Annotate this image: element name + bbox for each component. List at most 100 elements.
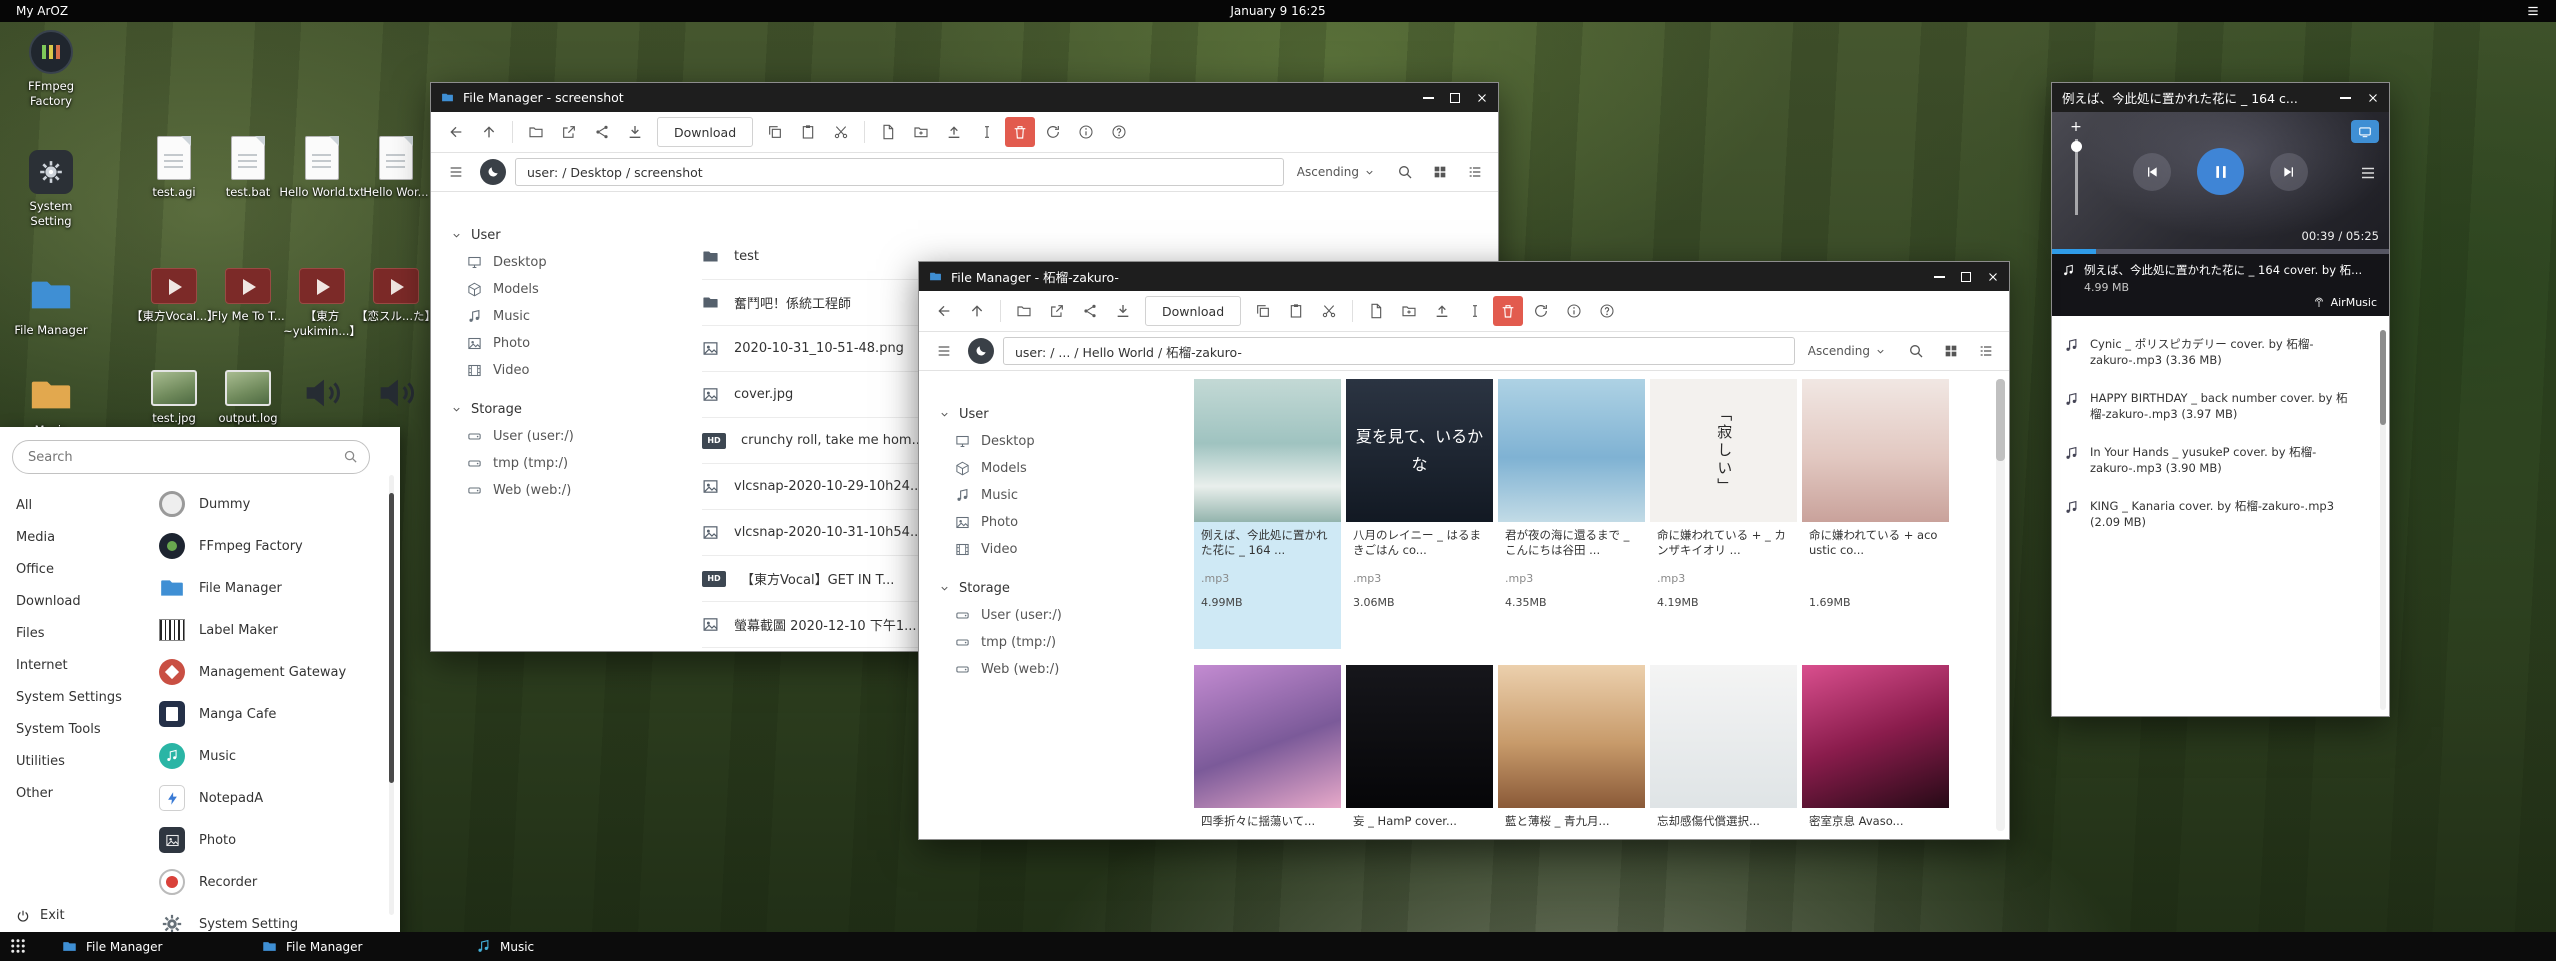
sidebar-item-web-drive[interactable]: Web (web:/)	[451, 477, 686, 504]
sidebar-section-storage[interactable]: Storage	[451, 396, 686, 423]
minimize-button[interactable]	[1934, 276, 1945, 278]
back-button[interactable]	[441, 117, 471, 147]
list-toggle-button[interactable]	[441, 157, 471, 187]
next-button[interactable]	[2270, 153, 2308, 191]
brand-label[interactable]: My ArOZ	[16, 4, 68, 18]
close-button[interactable]	[1476, 92, 1488, 104]
window-titlebar[interactable]: File Manager - 柘榴-zakuro-	[919, 262, 2009, 291]
desktop-file[interactable]	[351, 370, 441, 421]
category-download[interactable]: Download	[0, 585, 156, 617]
app-item-photo[interactable]: Photo	[158, 819, 388, 861]
up-button[interactable]	[962, 296, 992, 326]
open-button[interactable]	[521, 117, 551, 147]
app-item-music[interactable]: Music	[158, 735, 388, 777]
taskbar-item-file-manager[interactable]: File Manager	[62, 932, 163, 961]
dark-mode-button[interactable]	[480, 159, 506, 185]
cast-button[interactable]	[2351, 120, 2379, 143]
sidebar-item-user-drive[interactable]: User (user:/)	[451, 423, 686, 450]
category-all[interactable]: All	[0, 489, 156, 521]
sidebar-section-storage[interactable]: Storage	[939, 575, 1174, 602]
playlist-item[interactable]: HAPPY BIRTHDAY _ back number cover. by 柘…	[2052, 382, 2389, 436]
sidebar-section-user[interactable]: User	[451, 222, 686, 249]
grid-view-button[interactable]	[1938, 338, 1964, 364]
properties-button[interactable]	[1559, 296, 1589, 326]
sort-dropdown[interactable]: Ascending	[1297, 165, 1375, 179]
category-utilities[interactable]: Utilities	[0, 745, 156, 777]
file-tile[interactable]: 密室京息 Avaso...	[1802, 665, 1949, 839]
open-button[interactable]	[1009, 296, 1039, 326]
file-tile[interactable]: 妄 _ HamP cover...	[1346, 665, 1493, 839]
previous-button[interactable]	[2133, 153, 2171, 191]
grid-view-button[interactable]	[1427, 159, 1453, 185]
trash-button[interactable]	[1005, 117, 1035, 147]
download-icon-button[interactable]	[620, 117, 650, 147]
sidebar-item-photo[interactable]: Photo	[451, 330, 686, 357]
rename-button[interactable]	[972, 117, 1002, 147]
sidebar-item-photo[interactable]: Photo	[939, 509, 1174, 536]
category-other[interactable]: Other	[0, 777, 156, 809]
file-tile[interactable]: 藍と薄桜 _ 青九月...	[1498, 665, 1645, 839]
download-button[interactable]: Download	[657, 117, 753, 147]
desktop-icon-system-setting[interactable]: System Setting	[6, 150, 96, 229]
airmusic-toggle[interactable]: AirMusic	[2052, 294, 2389, 309]
cut-button[interactable]	[826, 117, 856, 147]
search-icon[interactable]	[343, 449, 358, 464]
category-files[interactable]: Files	[0, 617, 156, 649]
file-tile[interactable]: 夏を見て、いるかな 八月のレイニー _ はるまきごはん co... .mp3 3…	[1346, 379, 1493, 649]
app-item-notepada[interactable]: NotepadA	[158, 777, 388, 819]
sidebar-item-models[interactable]: Models	[451, 276, 686, 303]
maximize-button[interactable]	[1450, 93, 1460, 103]
list-toggle-button[interactable]	[929, 336, 959, 366]
app-item-file-manager[interactable]: File Manager	[158, 567, 388, 609]
paste-button[interactable]	[793, 117, 823, 147]
cut-button[interactable]	[1314, 296, 1344, 326]
new-folder-button[interactable]	[906, 117, 936, 147]
share-button[interactable]	[587, 117, 617, 147]
app-item-dummy[interactable]: Dummy	[158, 483, 388, 525]
open-in-new-window-button[interactable]	[1042, 296, 1072, 326]
download-button[interactable]: Download	[1145, 296, 1241, 326]
progress-bar[interactable]	[2052, 249, 2389, 254]
sidebar-item-tmp-drive[interactable]: tmp (tmp:/)	[451, 450, 686, 477]
app-item-ffmpeg-factory[interactable]: FFmpeg Factory	[158, 525, 388, 567]
upload-button[interactable]	[1427, 296, 1457, 326]
playlist-item[interactable]: Cynic _ ポリスピカデリー cover. by 柘榴-zakuro-.mp…	[2052, 328, 2389, 382]
top-menu-icon[interactable]	[2526, 4, 2540, 18]
dark-mode-button[interactable]	[968, 338, 994, 364]
sidebar-item-desktop[interactable]: Desktop	[451, 249, 686, 276]
file-tile[interactable]: 君が夜の海に還るまで _ こんにちは谷田 ... .mp3 4.35MB	[1498, 379, 1645, 649]
sidebar-item-video[interactable]: Video	[939, 536, 1174, 563]
close-button[interactable]	[2367, 92, 2379, 104]
app-item-recorder[interactable]: Recorder	[158, 861, 388, 903]
taskbar-item-file-manager[interactable]: File Manager	[262, 932, 363, 961]
app-item-management-gateway[interactable]: Management Gateway	[158, 651, 388, 693]
sidebar-item-user-drive[interactable]: User (user:/)	[939, 602, 1174, 629]
new-file-button[interactable]	[873, 117, 903, 147]
category-system-tools[interactable]: System Tools	[0, 713, 156, 745]
refresh-button[interactable]	[1526, 296, 1556, 326]
minimize-button[interactable]	[2340, 97, 2351, 99]
pause-button[interactable]	[2197, 148, 2244, 195]
search-input[interactable]	[12, 440, 370, 474]
trash-button[interactable]	[1493, 296, 1523, 326]
new-folder-button[interactable]	[1394, 296, 1424, 326]
close-button[interactable]	[1987, 271, 1999, 283]
sidebar-item-web-drive[interactable]: Web (web:/)	[939, 656, 1174, 683]
copy-button[interactable]	[1248, 296, 1278, 326]
upload-button[interactable]	[939, 117, 969, 147]
sidebar-item-music[interactable]: Music	[451, 303, 686, 330]
search-button[interactable]	[1392, 159, 1418, 185]
desktop-file[interactable]: Hello Wor...	[351, 136, 441, 200]
search-button[interactable]	[1903, 338, 1929, 364]
share-button[interactable]	[1075, 296, 1105, 326]
open-in-new-window-button[interactable]	[554, 117, 584, 147]
sidebar-item-tmp-drive[interactable]: tmp (tmp:/)	[939, 629, 1174, 656]
start-menu-scrollbar[interactable]	[389, 475, 394, 915]
app-launcher-button[interactable]	[9, 937, 27, 955]
list-view-button[interactable]	[1973, 338, 1999, 364]
category-media[interactable]: Media	[0, 521, 156, 553]
sidebar-item-video[interactable]: Video	[451, 357, 686, 384]
refresh-button[interactable]	[1038, 117, 1068, 147]
desktop-file[interactable]: 【恋スル...た】	[351, 268, 441, 324]
file-tile[interactable]: 忘却感傷代償選択...	[1650, 665, 1797, 839]
